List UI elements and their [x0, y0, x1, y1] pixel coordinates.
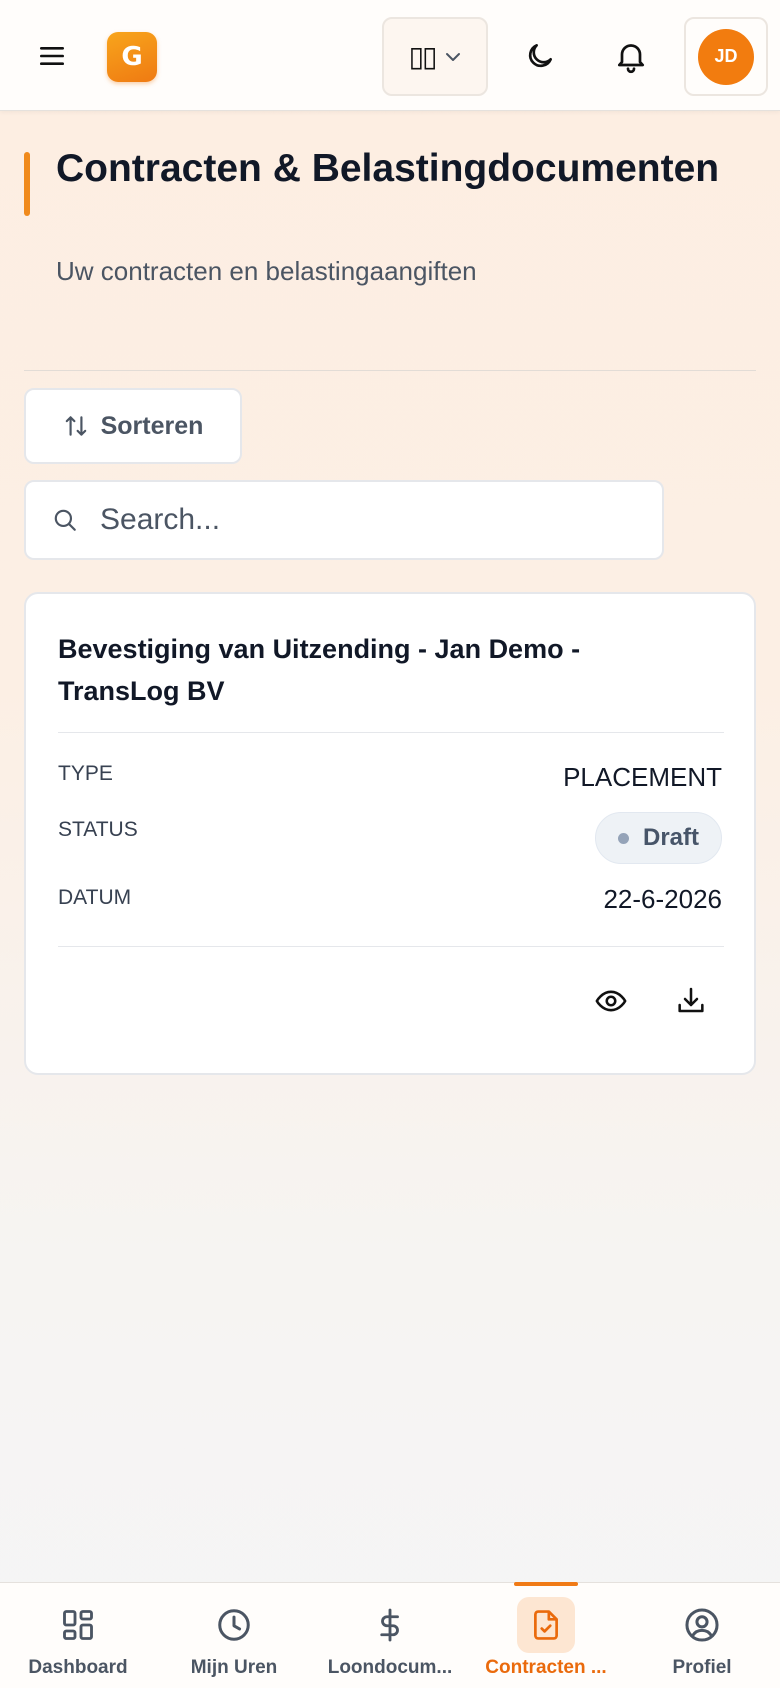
file-check-icon	[517, 1597, 575, 1653]
logo-letter: G	[121, 42, 143, 72]
nav-label: Loondocum...	[327, 1657, 453, 1678]
status-value: Draft	[642, 824, 699, 851]
card-divider	[58, 732, 724, 733]
status-dot-icon	[617, 832, 629, 844]
top-bar: G ▯▯ JD	[0, 0, 780, 111]
nav-item-loondocumenten[interactable]: Loondocum...	[312, 1583, 468, 1688]
search-icon	[50, 505, 80, 535]
flag-icon: ▯▯	[408, 40, 438, 73]
status-badge: Draft	[594, 812, 722, 864]
document-title: Bevestiging van Uitzending - Jan Demo - …	[58, 634, 581, 706]
user-circle-icon	[673, 1597, 731, 1653]
nav-label: Contracten ...	[485, 1657, 607, 1678]
dollar-icon	[361, 1597, 419, 1653]
page-title: Contracten & Belastingdocumenten	[56, 147, 720, 190]
dashboard-icon	[49, 1597, 107, 1653]
nav-item-contracten[interactable]: Contracten ...	[468, 1583, 624, 1688]
hamburger-icon	[40, 47, 64, 65]
nav-label: Dashboard	[28, 1657, 128, 1678]
search-box[interactable]	[24, 480, 664, 560]
bottom-navigation: Dashboard Mijn Uren Loondocum... Contrac…	[0, 1582, 780, 1688]
nav-item-dashboard[interactable]: Dashboard	[0, 1583, 156, 1688]
bell-icon	[617, 44, 645, 74]
menu-button[interactable]	[32, 36, 72, 76]
sort-button[interactable]: Sorteren	[24, 388, 242, 464]
search-input[interactable]	[100, 503, 620, 537]
clock-icon	[205, 1597, 263, 1653]
section-divider	[24, 370, 756, 371]
user-menu-button[interactable]: JD	[684, 17, 768, 96]
type-value: PLACEMENT	[563, 762, 722, 792]
title-accent-bar	[24, 152, 30, 216]
download-icon	[678, 987, 704, 1013]
page-subtitle: Uw contracten en belastingaangiften	[56, 256, 477, 286]
date-value: 22-6-2026	[603, 884, 722, 914]
active-nav-indicator	[514, 1582, 578, 1586]
language-selector[interactable]: ▯▯	[382, 17, 488, 96]
nav-item-profiel[interactable]: Profiel	[624, 1583, 780, 1688]
nav-label: Mijn Uren	[190, 1657, 278, 1678]
card-divider	[58, 946, 724, 947]
type-label: TYPE	[58, 762, 113, 785]
app-logo[interactable]: G	[107, 32, 157, 82]
notifications-button[interactable]	[601, 26, 661, 86]
chevron-down-icon	[446, 52, 461, 61]
view-button[interactable]	[586, 976, 636, 1026]
nav-label: Profiel	[672, 1657, 732, 1678]
document-card[interactable]: Bevestiging van Uitzending - Jan Demo - …	[24, 592, 756, 1075]
nav-item-mijn-uren[interactable]: Mijn Uren	[156, 1583, 312, 1688]
status-label: STATUS	[58, 818, 138, 841]
sort-label: Sorteren	[100, 411, 204, 440]
date-label: DATUM	[58, 886, 132, 909]
eye-icon	[595, 990, 627, 1012]
download-button[interactable]	[666, 976, 716, 1026]
theme-toggle-button[interactable]	[510, 26, 570, 86]
sort-arrows-icon	[65, 416, 86, 436]
moon-icon	[528, 44, 552, 68]
avatar: JD	[698, 28, 754, 85]
